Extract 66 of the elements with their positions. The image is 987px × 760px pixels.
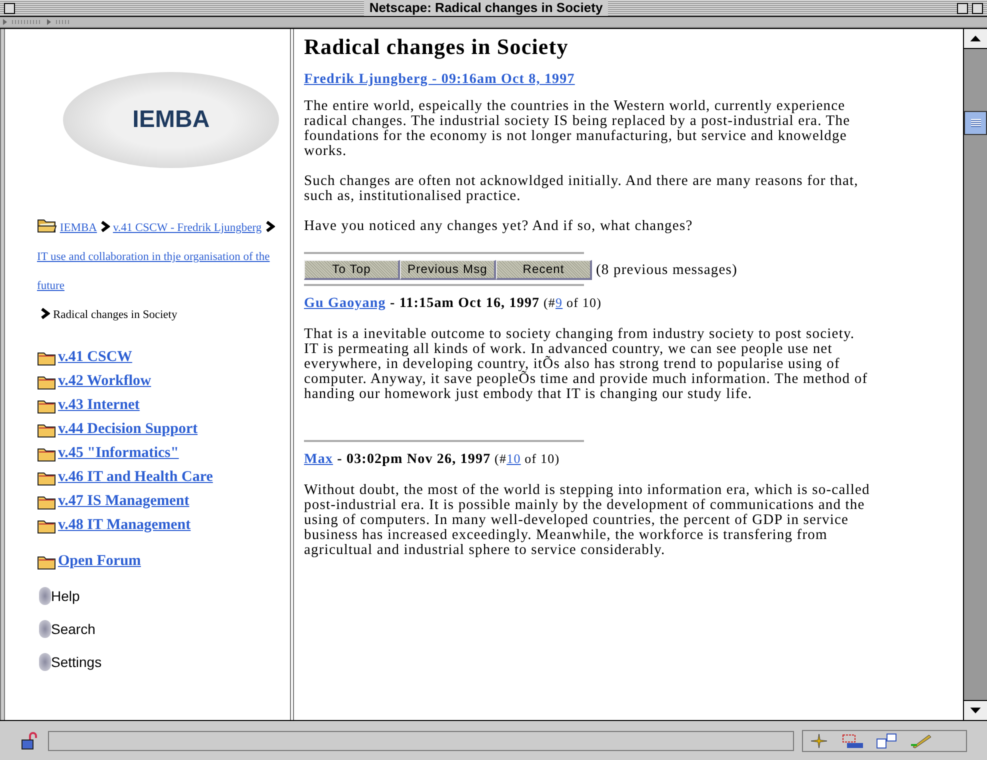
chevron-icon <box>264 221 275 232</box>
forum-link[interactable]: v.48 IT Management <box>58 516 191 534</box>
message-body: That is a inevitable outcome to society changing from industry society to post society. IT is permeating all kinds of work. In advanced country, we can see people use net everywhere, in developing country, itÕs also has strong trend to popularise using of computer. Anyway, it save peopleÕs time and provide much information. The method of handing our homework just embody that IT is changing our study life. <box>304 327 869 402</box>
scroll-down-icon[interactable] <box>964 700 987 720</box>
pen-icon[interactable] <box>909 732 933 748</box>
previous-count: (8 previous messages) <box>596 262 738 278</box>
chevron-icon <box>40 308 50 319</box>
nav-button[interactable]: Recent <box>496 260 592 280</box>
folder-icon <box>37 350 57 366</box>
forum-link[interactable]: Open Forum <box>58 552 141 570</box>
globe-icon <box>39 620 51 638</box>
folder-icon <box>37 374 57 390</box>
window-title: Netscape: Radical changes in Society <box>364 0 608 16</box>
breadcrumb-current: Radical changes in Society <box>53 308 178 323</box>
tool-link[interactable]: Settings <box>51 652 102 672</box>
zoom-box-icon[interactable] <box>957 2 968 14</box>
collapse-box-icon[interactable] <box>972 2 983 14</box>
forum-link[interactable]: v.44 Decision Support <box>58 420 198 438</box>
message-number-link[interactable]: 10 <box>506 451 521 466</box>
folder-icon <box>37 494 57 510</box>
grip-icon <box>56 20 70 24</box>
folder-icon <box>37 446 57 462</box>
tool-link[interactable]: Help <box>51 586 80 606</box>
lock-icon[interactable] <box>20 732 40 750</box>
globe-icon <box>39 587 51 605</box>
forum-link[interactable]: v.41 CSCW <box>58 348 132 366</box>
nav-button[interactable]: To Top <box>304 260 400 280</box>
forum-link[interactable]: v.46 IT and Health Care <box>58 468 213 486</box>
close-box-icon[interactable] <box>4 2 15 14</box>
breadcrumb-link[interactable]: IEMBA <box>60 214 97 243</box>
author-link[interactable]: Gu Gaoyang <box>304 296 386 311</box>
tool-link[interactable]: Search <box>51 618 96 640</box>
folder-icon <box>37 518 57 534</box>
author-link[interactable]: Max <box>304 452 334 467</box>
nav-button[interactable]: Previous Msg <box>400 260 496 280</box>
scroll-up-icon[interactable] <box>964 29 987 49</box>
folder-icon <box>37 470 57 486</box>
message-header: Gu Gaoyang - 11:15am Oct 16, 1997 (#9 of 10) <box>304 294 602 313</box>
folder-icon <box>37 398 57 414</box>
triangle-icon[interactable] <box>2 18 8 26</box>
logo: IEMBA <box>63 72 279 168</box>
paragraph: The entire world, espeically the countries in the Western world, currently experience radical changes. The industrial society IS being replaced by a post-industrial era. The foundations for the economy is not longer manufacturing, but service and knoweldge works. <box>304 99 852 159</box>
globe-icon <box>39 653 51 671</box>
component-bar[interactable] <box>802 730 967 752</box>
forum-link[interactable]: v.45 "Informatics" <box>58 444 179 462</box>
paragraph: Such changes are often not acknowldged initially. And there are many reasons for that, such as, institutionalised practice. <box>304 174 860 204</box>
breadcrumb-link[interactable]: IT use and collaboration in thje organisation of the future <box>37 243 287 301</box>
chevron-icon <box>100 221 110 232</box>
forum-link[interactable]: v.42 Workflow <box>58 372 152 390</box>
author-link[interactable]: Fredrik Ljungberg - 09:16am Oct 8, 1997 <box>304 71 575 89</box>
article-title: Radical changes in Society <box>304 33 570 61</box>
breadcrumb-link[interactable]: v.41 CSCW - Fredrik Ljungberg <box>112 214 262 243</box>
message-body: Without doubt, the most of the world is stepping into information era, which is so-called post-industrial era. It is possible mainly by the development of communications and the using of computers. In many well-developed countries, the percent of GDP in service business has increased exceedingly. Meanwhile, the workforce is transfering from agricultual and industrial sphere to service considerably. <box>304 483 870 558</box>
chat-icon[interactable] <box>875 732 899 748</box>
paragraph: Have you noticed any changes yet? And if so, what changes? <box>304 219 694 234</box>
folder-icon <box>37 422 57 438</box>
forum-link[interactable]: v.47 IS Management <box>58 492 190 510</box>
grip-icon <box>12 20 42 24</box>
mail-tray-icon[interactable] <box>841 732 865 748</box>
scroll-thumb[interactable] <box>964 111 987 135</box>
message-header: Max - 03:02pm Nov 26, 1997 (#10 of 10) <box>304 450 561 469</box>
forum-link[interactable]: v.43 Internet <box>58 396 140 414</box>
triangle-icon[interactable] <box>46 18 52 26</box>
folder-icon <box>37 554 57 570</box>
open-folder-icon <box>37 217 57 233</box>
message-number-link[interactable]: 9 <box>556 295 563 310</box>
